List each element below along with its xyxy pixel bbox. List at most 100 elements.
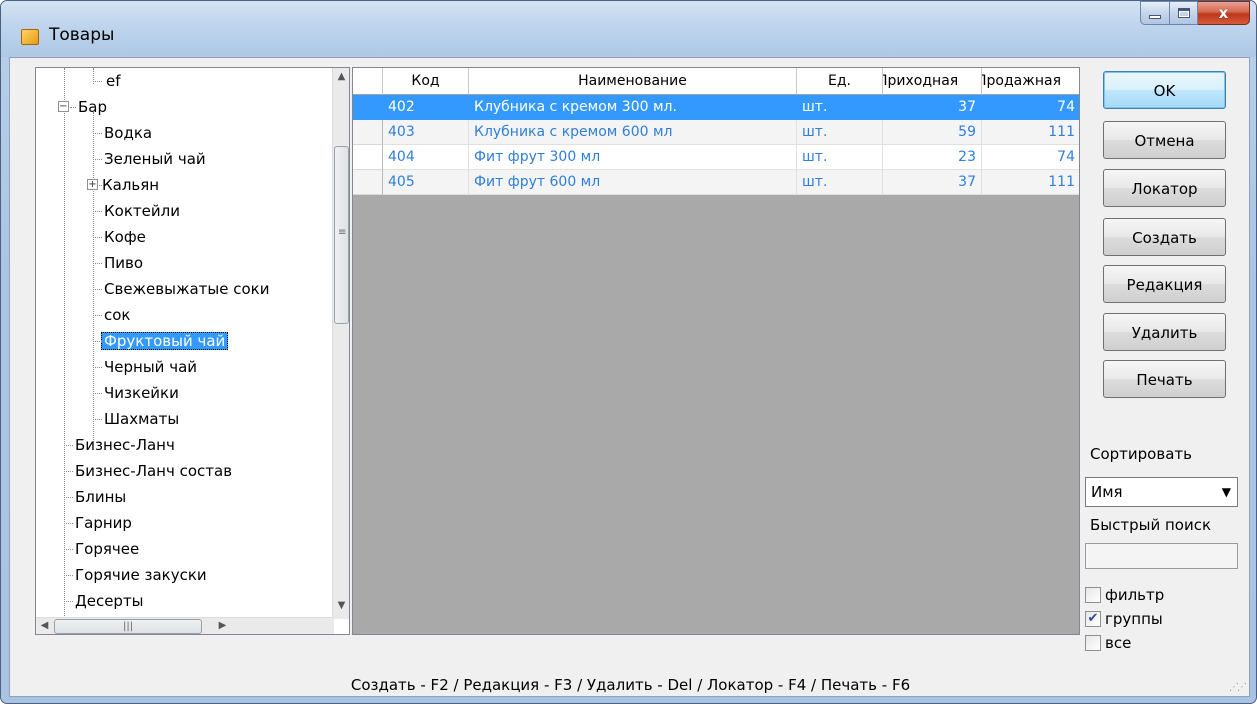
checkbox-unchecked-icon [1085, 635, 1101, 651]
tree-node-garnish[interactable]: Гарнир [64, 510, 135, 536]
tree-content: ef − Бар Водка Зеленый чай + Кальян Кокт… [36, 68, 334, 619]
cell-sale-price[interactable]: 111 [982, 120, 1079, 145]
products-grid[interactable]: Код Наименование Ед. Приходная Продажная… [352, 67, 1080, 635]
cell-code[interactable]: 405 [383, 170, 469, 195]
column-header-purchase-price[interactable]: Приходная [883, 68, 982, 95]
tree-vertical-scroll-thumb[interactable]: ≡ [334, 146, 349, 324]
cell-unit[interactable]: шт. [797, 120, 883, 145]
row-header[interactable] [353, 170, 383, 195]
row-header[interactable] [353, 120, 383, 145]
tree-node-hot-dishes[interactable]: Горячее [64, 536, 142, 562]
tree-node-cocktails[interactable]: Коктейли [93, 198, 183, 224]
all-checkbox[interactable]: все [1085, 633, 1131, 653]
filter-checkbox[interactable]: фильтр [1085, 585, 1164, 605]
tree-node-fresh-juices[interactable]: Свежевыжатые соки [93, 276, 272, 302]
cell-code[interactable]: 402 [383, 95, 469, 120]
tree-node-label: Пиво [104, 254, 144, 272]
cell-sale-price[interactable]: 74 [982, 95, 1079, 120]
resize-grip-icon[interactable]: ⋰⋰ [1229, 682, 1247, 693]
column-header-sale-price[interactable]: Продажная [982, 68, 1079, 95]
tree-horizontal-scrollbar[interactable]: ◀ ||| ▶ [36, 617, 334, 634]
cell-name[interactable]: Фит фрут 600 мл [469, 170, 797, 195]
tree-node-coffee[interactable]: Кофе [93, 224, 149, 250]
cell-sale-price[interactable]: 111 [982, 170, 1079, 195]
cell-purchase-price[interactable]: 23 [883, 145, 982, 170]
cell-name[interactable]: Клубника с кремом 300 мл. [469, 95, 797, 120]
tree-node-label: Бар [78, 98, 108, 116]
tree-node-label: Десерты [75, 592, 144, 610]
category-tree[interactable]: ef − Бар Водка Зеленый чай + Кальян Кокт… [35, 67, 350, 635]
tree-node-chess[interactable]: Шахматы [93, 406, 182, 432]
column-header-unit[interactable]: Ед. [797, 68, 883, 95]
tree-node-bar[interactable]: − Бар [58, 94, 110, 120]
tree-node-fruit-tea[interactable]: Фруктовый чай [93, 328, 229, 354]
tree-node-desserts[interactable]: Десерты [64, 588, 147, 614]
cell-sale-price[interactable]: 74 [982, 145, 1079, 170]
tree-connector [93, 289, 102, 290]
dropdown-arrow-icon[interactable]: ▼ [1222, 478, 1231, 506]
groups-checkbox[interactable]: ✔ группы [1085, 609, 1163, 629]
close-button[interactable]: x [1198, 1, 1250, 25]
tree-node-label: Зеленый чай [104, 150, 206, 168]
cell-purchase-price[interactable]: 37 [883, 95, 982, 120]
row-header[interactable] [353, 145, 383, 170]
table-row[interactable]: 405 Фит фрут 600 мл шт. 37 111 [353, 170, 1079, 195]
scroll-right-icon[interactable]: ▶ [214, 620, 231, 631]
title-bar[interactable]: Товары x [1, 1, 1256, 57]
tree-node-beer[interactable]: Пиво [93, 250, 146, 276]
scroll-left-icon[interactable]: ◀ [36, 620, 53, 631]
grip-icon: ≡ [338, 227, 347, 238]
collapse-icon[interactable]: − [58, 101, 69, 112]
tree-node-juice[interactable]: сок [93, 302, 133, 328]
tree-node-label: Фруктовый чай [101, 332, 229, 350]
table-row[interactable]: 404 Фит фрут 300 мл шт. 23 74 [353, 145, 1079, 170]
cell-code[interactable]: 403 [383, 120, 469, 145]
table-row[interactable]: 403 Клубника с кремом 600 мл шт. 59 111 [353, 120, 1079, 145]
tree-node-black-tea[interactable]: Черный чай [93, 354, 200, 380]
cell-name[interactable]: Клубника с кремом 600 мл [469, 120, 797, 145]
tree-node-cheesecakes[interactable]: Чизкейки [93, 380, 182, 406]
create-button[interactable]: Создать [1103, 218, 1226, 256]
maximize-button[interactable] [1170, 1, 1198, 25]
scroll-down-icon[interactable]: ▼ [333, 600, 350, 611]
quick-search-input[interactable] [1085, 543, 1238, 569]
tree-vertical-scrollbar[interactable]: ▲ ≡ ▼ [332, 68, 349, 619]
grid-header: Код Наименование Ед. Приходная Продажная [353, 68, 1079, 95]
scroll-up-icon[interactable]: ▲ [333, 71, 350, 82]
tree-node-label: Горячие закуски [75, 566, 207, 584]
tree-node-vodka[interactable]: Водка [93, 120, 155, 146]
delete-button[interactable]: Удалить [1103, 313, 1226, 351]
print-button[interactable]: Печать [1103, 360, 1226, 398]
tree-node-pancakes[interactable]: Блины [64, 484, 129, 510]
tree-horizontal-scroll-thumb[interactable]: ||| [54, 619, 202, 634]
cell-unit[interactable]: шт. [797, 95, 883, 120]
tree-node-label: Шахматы [104, 410, 180, 428]
cell-name[interactable]: Фит фрут 300 мл [469, 145, 797, 170]
checkmark-icon: ✔ [1085, 611, 1101, 627]
tree-node-business-lunch-composition[interactable]: Бизнес-Ланч состав [64, 458, 235, 484]
table-row[interactable]: 402 Клубника с кремом 300 мл. шт. 37 74 [353, 95, 1079, 120]
tree-node-green-tea[interactable]: Зеленый чай [93, 146, 209, 172]
cell-unit[interactable]: шт. [797, 170, 883, 195]
ok-button[interactable]: OK [1103, 71, 1226, 109]
expand-icon[interactable]: + [87, 179, 98, 190]
tree-node-label: Кофе [104, 228, 146, 246]
tree-node-hookah[interactable]: + Кальян [87, 172, 162, 198]
cell-purchase-price[interactable]: 37 [883, 170, 982, 195]
cancel-button[interactable]: Отмена [1103, 121, 1226, 159]
cell-unit[interactable]: шт. [797, 145, 883, 170]
locator-button[interactable]: Локатор [1103, 169, 1226, 207]
column-header-name[interactable]: Наименование [469, 68, 797, 95]
edit-button[interactable]: Редакция [1103, 265, 1226, 303]
row-header[interactable] [353, 95, 383, 120]
cell-purchase-price[interactable]: 59 [883, 120, 982, 145]
tree-connector [93, 341, 102, 342]
tree-node-label: Кальян [102, 176, 160, 194]
cell-code[interactable]: 404 [383, 145, 469, 170]
column-header-code[interactable]: Код [383, 68, 469, 95]
tree-node-ef[interactable]: ef [93, 68, 124, 94]
minimize-button[interactable] [1140, 1, 1170, 25]
tree-node-business-lunch[interactable]: Бизнес-Ланч [64, 432, 178, 458]
tree-node-hot-snacks[interactable]: Горячие закуски [64, 562, 210, 588]
sort-select[interactable]: Имя ▼ [1085, 477, 1238, 507]
